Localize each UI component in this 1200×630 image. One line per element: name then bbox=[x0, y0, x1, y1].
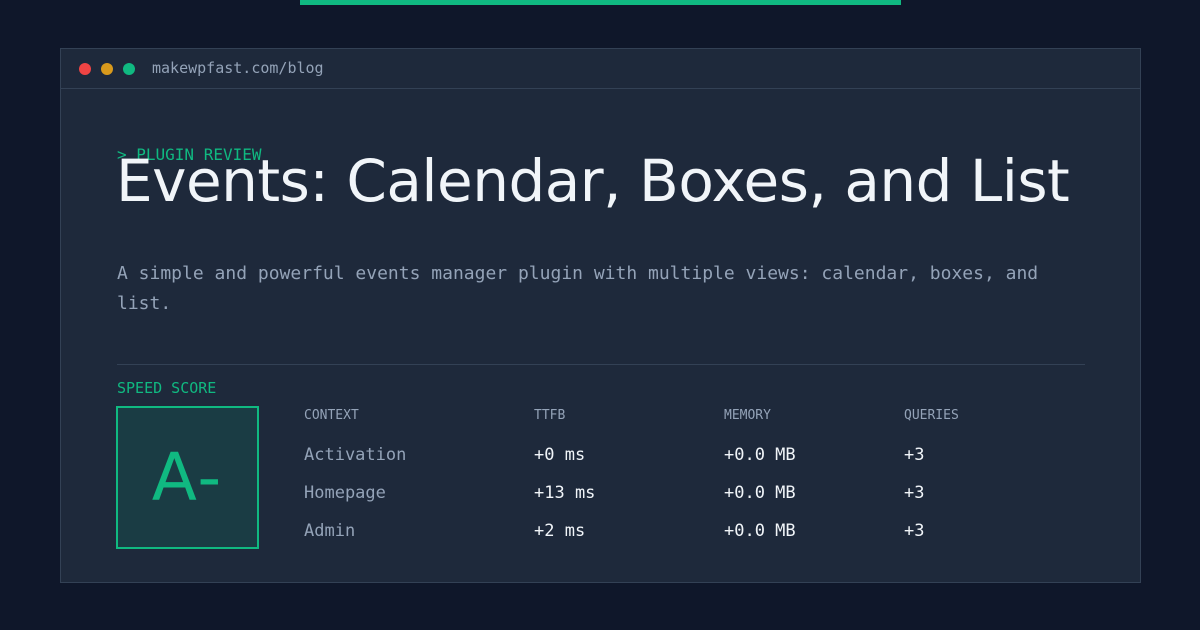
row-activation-memory: +0.0 MB bbox=[724, 445, 796, 465]
column-header-memory: MEMORY bbox=[724, 408, 771, 423]
column-header-queries: QUERIES bbox=[904, 408, 959, 423]
row-activation-queries: +3 bbox=[904, 445, 925, 465]
speed-grade: A- bbox=[151, 439, 224, 516]
top-accent-bar bbox=[300, 0, 901, 5]
page-description: A simple and powerful events manager plu… bbox=[117, 263, 1039, 314]
page-title: Events: Calendar, Boxes, and List bbox=[116, 147, 1070, 215]
minimize-window-icon[interactable] bbox=[101, 63, 113, 75]
row-homepage-queries: +3 bbox=[904, 483, 925, 503]
speed-score-label: SPEED SCORE bbox=[117, 379, 217, 397]
row-homepage-ttfb: +13 ms bbox=[534, 483, 596, 503]
row-admin-context: Admin bbox=[304, 521, 356, 541]
column-header-context: CONTEXT bbox=[304, 408, 359, 423]
close-window-icon[interactable] bbox=[79, 63, 91, 75]
row-admin-ttfb: +2 ms bbox=[534, 521, 586, 541]
section-divider bbox=[117, 364, 1085, 365]
row-activation-context: Activation bbox=[304, 445, 407, 465]
browser-window: makewpfast.com/blog > PLUGIN REVIEW Even… bbox=[60, 48, 1141, 583]
window-titlebar: makewpfast.com/blog bbox=[61, 49, 1140, 89]
column-header-ttfb: TTFB bbox=[534, 408, 566, 423]
url-text: makewpfast.com/blog bbox=[152, 59, 324, 77]
speed-grade-box: A- bbox=[116, 406, 259, 549]
row-homepage-context: Homepage bbox=[304, 483, 386, 503]
maximize-window-icon[interactable] bbox=[123, 63, 135, 75]
row-admin-queries: +3 bbox=[904, 521, 925, 541]
row-activation-ttfb: +0 ms bbox=[534, 445, 586, 465]
row-admin-memory: +0.0 MB bbox=[724, 521, 796, 541]
row-homepage-memory: +0.0 MB bbox=[724, 483, 796, 503]
